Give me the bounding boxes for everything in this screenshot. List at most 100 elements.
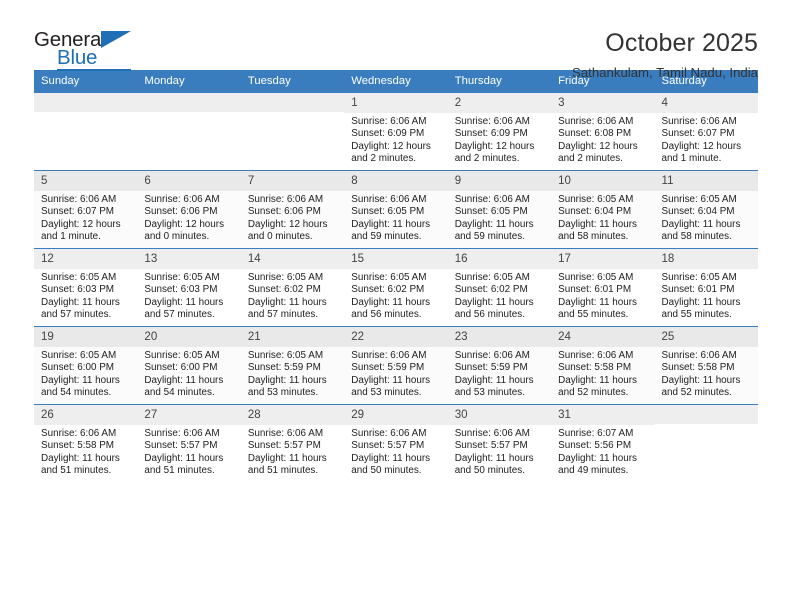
daylight-text-line2: and 52 minutes. (661, 386, 732, 398)
sunrise-text: Sunrise: 6:06 AM (454, 428, 530, 440)
daylight-text-line1: Daylight: 11 hours (558, 218, 637, 230)
day-details: Sunrise: 6:06 AM Sunset: 5:57 PM Daylight:… (137, 425, 240, 476)
sunset-text: Sunset: 6:00 PM (41, 362, 115, 374)
calendar-day-cell[interactable]: 3 Sunrise: 6:06 AM Sunset: 6:08 PM Daylight… (551, 92, 655, 171)
sunset-text: Sunset: 6:08 PM (558, 128, 632, 140)
calendar-day-cell-empty (654, 404, 758, 483)
sunset-text: Sunset: 6:04 PM (661, 206, 735, 218)
calendar-day-cell[interactable]: 18 Sunrise: 6:05 AM Sunset: 6:01 PM Dayligh… (654, 248, 758, 327)
calendar-day-cell[interactable]: 7 Sunrise: 6:06 AM Sunset: 6:06 PM Daylight… (240, 170, 345, 249)
sunrise-text: Sunrise: 6:06 AM (351, 350, 427, 362)
sunrise-text: Sunrise: 6:06 AM (41, 194, 117, 206)
sunrise-text: Sunrise: 6:05 AM (144, 272, 220, 284)
logo-underline-divider (57, 69, 131, 71)
day-number: 27 (137, 405, 241, 426)
calendar-day-cell[interactable]: 31 Sunrise: 6:07 AM Sunset: 5:56 PM Dayligh… (551, 404, 655, 483)
sunset-text: Sunset: 6:03 PM (144, 284, 218, 296)
calendar-day-cell[interactable]: 11 Sunrise: 6:05 AM Sunset: 6:04 PM Dayligh… (654, 170, 758, 249)
calendar-day-cell[interactable]: 28 Sunrise: 6:06 AM Sunset: 5:57 PM Dayligh… (240, 404, 345, 483)
calendar-day-cell[interactable]: 8 Sunrise: 6:06 AM Sunset: 6:05 PM Daylight… (344, 170, 448, 249)
day-number: 16 (447, 249, 552, 270)
daylight-text-line1: Daylight: 12 hours (247, 218, 328, 230)
calendar-day-cell[interactable]: 10 Sunrise: 6:05 AM Sunset: 6:04 PM Dayligh… (551, 170, 655, 249)
daylight-text-line1: Daylight: 11 hours (41, 296, 120, 308)
sunrise-text: Sunrise: 6:06 AM (351, 116, 427, 128)
title-block: October 2025 Sathankulam, Tamil Nadu, In… (572, 28, 758, 80)
daylight-text-line1: Daylight: 11 hours (41, 374, 120, 386)
sunset-text: Sunset: 6:09 PM (351, 128, 425, 140)
calendar-day-cell[interactable]: 26 Sunrise: 6:06 AM Sunset: 5:58 PM Dayligh… (34, 404, 138, 483)
day-number: 29 (344, 405, 448, 426)
day-details: Sunrise: 6:06 AM Sunset: 5:59 PM Daylight:… (448, 347, 551, 398)
weekday-header-wednesday: Wednesday (344, 70, 448, 93)
sunrise-text: Sunrise: 6:06 AM (41, 428, 117, 440)
calendar-week-row: 12 Sunrise: 6:05 AM Sunset: 6:03 PM Dayligh… (34, 248, 758, 327)
calendar-day-cell[interactable]: 19 Sunrise: 6:05 AM Sunset: 6:00 PM Dayligh… (34, 326, 138, 405)
day-number: 28 (240, 405, 345, 426)
calendar-day-cell[interactable]: 20 Sunrise: 6:05 AM Sunset: 6:00 PM Dayligh… (137, 326, 241, 405)
page-title: October 2025 (605, 29, 758, 57)
daylight-text-line1: Daylight: 11 hours (454, 218, 534, 230)
day-details: Sunrise: 6:06 AM Sunset: 5:57 PM Daylight:… (448, 425, 551, 476)
calendar-day-cell[interactable]: 22 Sunrise: 6:06 AM Sunset: 5:59 PM Dayligh… (344, 326, 448, 405)
calendar-day-cell[interactable]: 24 Sunrise: 6:06 AM Sunset: 5:58 PM Dayligh… (551, 326, 655, 405)
day-details: Sunrise: 6:06 AM Sunset: 5:57 PM Daylight:… (344, 425, 447, 476)
calendar-day-cell[interactable]: 13 Sunrise: 6:05 AM Sunset: 6:03 PM Dayligh… (137, 248, 241, 327)
daylight-text-line2: and 53 minutes. (454, 386, 525, 398)
sunrise-text: Sunrise: 6:06 AM (661, 116, 737, 128)
calendar-day-cell[interactable]: 2 Sunrise: 6:06 AM Sunset: 6:09 PM Daylight… (447, 92, 552, 171)
sunset-text: Sunset: 6:02 PM (454, 284, 528, 296)
daylight-text-line2: and 55 minutes. (661, 308, 732, 320)
calendar-day-cell[interactable]: 17 Sunrise: 6:05 AM Sunset: 6:01 PM Dayligh… (551, 248, 655, 327)
calendar-day-cell[interactable]: 30 Sunrise: 6:06 AM Sunset: 5:57 PM Dayligh… (447, 404, 552, 483)
calendar-day-cell[interactable]: 15 Sunrise: 6:05 AM Sunset: 6:02 PM Dayligh… (344, 248, 448, 327)
daylight-text-line1: Daylight: 11 hours (41, 452, 120, 464)
daylight-text-line1: Daylight: 11 hours (661, 218, 741, 230)
calendar-day-cell[interactable]: 16 Sunrise: 6:05 AM Sunset: 6:02 PM Dayligh… (447, 248, 552, 327)
day-details: Sunrise: 6:06 AM Sunset: 6:07 PM Daylight:… (655, 113, 758, 164)
day-details: Sunrise: 6:06 AM Sunset: 6:07 PM Daylight:… (34, 191, 137, 242)
calendar-day-cell[interactable]: 25 Sunrise: 6:06 AM Sunset: 5:58 PM Dayligh… (654, 326, 758, 405)
calendar-day-cell[interactable]: 14 Sunrise: 6:05 AM Sunset: 6:02 PM Dayligh… (240, 248, 345, 327)
sunset-text: Sunset: 5:58 PM (41, 440, 115, 452)
calendar-body: 1 Sunrise: 6:06 AM Sunset: 6:09 PM Daylight… (34, 92, 758, 483)
sunset-text: Sunset: 5:56 PM (558, 440, 632, 452)
daylight-text-line2: and 1 minute. (41, 230, 101, 242)
calendar-page: General Blue October 2025 Sathankulam, T… (0, 0, 792, 612)
daylight-text-line2: and 2 minutes. (454, 152, 520, 164)
daylight-text-line2: and 59 minutes. (351, 230, 422, 242)
sunset-text: Sunset: 6:01 PM (558, 284, 632, 296)
calendar-week-row: 5 Sunrise: 6:06 AM Sunset: 6:07 PM Daylight… (34, 170, 758, 249)
calendar-day-cell[interactable]: 21 Sunrise: 6:05 AM Sunset: 5:59 PM Dayligh… (240, 326, 345, 405)
calendar-day-cell[interactable]: 12 Sunrise: 6:05 AM Sunset: 6:03 PM Dayligh… (34, 248, 138, 327)
sunrise-text: Sunrise: 6:06 AM (247, 428, 324, 440)
sunset-text: Sunset: 6:07 PM (661, 128, 735, 140)
calendar-day-cell[interactable]: 27 Sunrise: 6:06 AM Sunset: 5:57 PM Dayligh… (137, 404, 241, 483)
daylight-text-line1: Daylight: 12 hours (351, 140, 431, 152)
sunset-text: Sunset: 5:58 PM (558, 362, 632, 374)
daylight-text-line2: and 59 minutes. (454, 230, 525, 242)
calendar-day-cell[interactable]: 29 Sunrise: 6:06 AM Sunset: 5:57 PM Dayligh… (344, 404, 448, 483)
daylight-text-line1: Daylight: 12 hours (661, 140, 742, 152)
sunrise-text: Sunrise: 6:07 AM (558, 428, 634, 440)
daylight-text-line1: Daylight: 11 hours (454, 374, 534, 386)
calendar-day-cell[interactable]: 5 Sunrise: 6:06 AM Sunset: 6:07 PM Daylight… (34, 170, 138, 249)
day-details: Sunrise: 6:05 AM Sunset: 6:00 PM Daylight:… (34, 347, 137, 398)
day-number (34, 93, 138, 112)
daylight-text-line1: Daylight: 11 hours (247, 452, 327, 464)
calendar-day-cell[interactable]: 1 Sunrise: 6:06 AM Sunset: 6:09 PM Daylight… (344, 92, 448, 171)
sunset-text: Sunset: 5:57 PM (454, 440, 528, 452)
daylight-text-line2: and 50 minutes. (351, 464, 422, 476)
daylight-text-line2: and 51 minutes. (41, 464, 112, 476)
daylight-text-line1: Daylight: 12 hours (41, 218, 121, 230)
daylight-text-line1: Daylight: 11 hours (661, 374, 741, 386)
daylight-text-line2: and 56 minutes. (454, 308, 525, 320)
day-details: Sunrise: 6:05 AM Sunset: 6:03 PM Daylight:… (34, 269, 137, 320)
calendar-day-cell[interactable]: 9 Sunrise: 6:06 AM Sunset: 6:05 PM Daylight… (447, 170, 552, 249)
daylight-text-line1: Daylight: 11 hours (454, 296, 534, 308)
calendar-day-cell[interactable]: 23 Sunrise: 6:06 AM Sunset: 5:59 PM Dayligh… (447, 326, 552, 405)
daylight-text-line1: Daylight: 11 hours (558, 374, 637, 386)
calendar-day-cell[interactable]: 6 Sunrise: 6:06 AM Sunset: 6:06 PM Daylight… (137, 170, 241, 249)
calendar-day-cell[interactable]: 4 Sunrise: 6:06 AM Sunset: 6:07 PM Daylight… (654, 92, 758, 171)
sunrise-text: Sunrise: 6:06 AM (454, 116, 530, 128)
